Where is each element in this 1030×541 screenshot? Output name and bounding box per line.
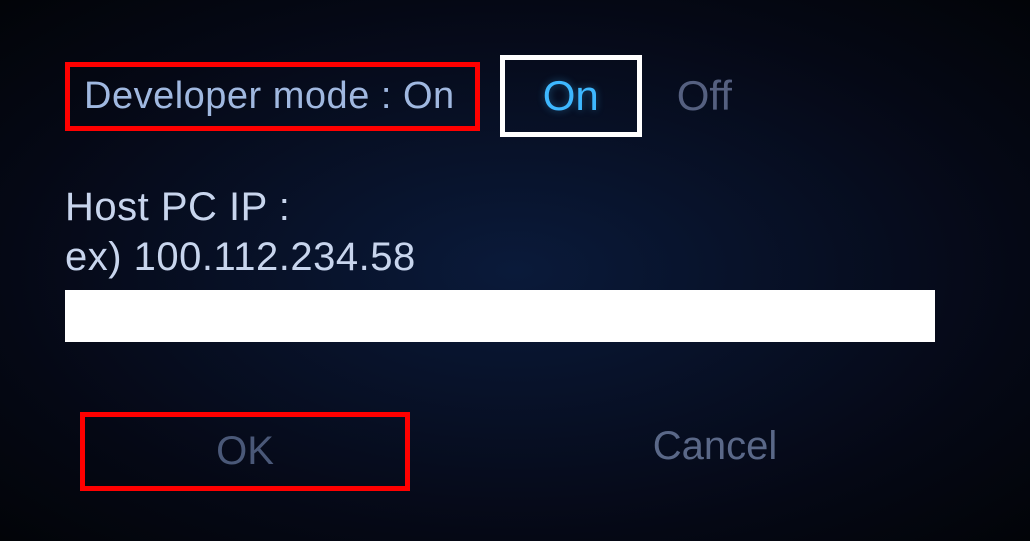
toggle-group: On Off — [500, 55, 762, 137]
ok-button[interactable]: OK — [80, 412, 410, 491]
host-pc-ip-label-line2: ex) 100.112.234.58 — [65, 235, 416, 279]
host-pc-ip-label: Host PC IP : ex) 100.112.234.58 — [65, 182, 965, 282]
host-pc-ip-label-line1: Host PC IP : — [65, 185, 290, 229]
host-pc-section: Host PC IP : ex) 100.112.234.58 — [65, 182, 965, 342]
host-pc-ip-input[interactable] — [65, 290, 935, 342]
cancel-button[interactable]: Cancel — [550, 412, 880, 491]
developer-mode-dialog: Developer mode : On On Off Host PC IP : … — [0, 0, 1030, 541]
toggle-off-button[interactable]: Off — [657, 60, 762, 132]
dialog-buttons: OK Cancel — [65, 412, 965, 491]
developer-mode-status-label: Developer mode : On — [65, 62, 480, 131]
toggle-on-button[interactable]: On — [500, 55, 642, 137]
developer-mode-row: Developer mode : On On Off — [65, 55, 965, 137]
